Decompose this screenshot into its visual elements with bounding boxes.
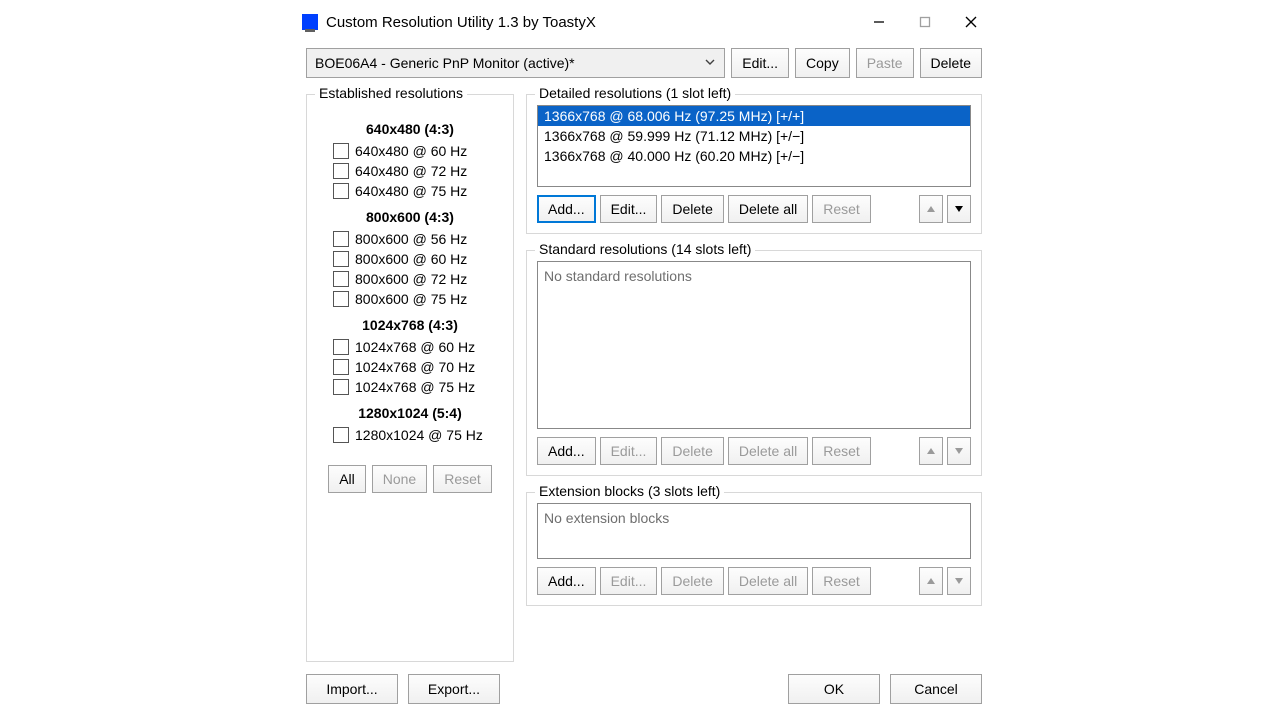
extension-label: Extension blocks (3 slots left) [535, 483, 724, 499]
established-item: 1024x768 @ 60 Hz [333, 339, 499, 355]
established-item-label: 1024x768 @ 70 Hz [355, 359, 475, 375]
established-item-label: 1280x1024 @ 75 Hz [355, 427, 483, 443]
detailed-row[interactable]: 1366x768 @ 68.006 Hz (97.25 MHz) [+/+] [538, 106, 970, 126]
extension-add-button[interactable]: Add... [537, 567, 596, 595]
checkbox[interactable] [333, 271, 349, 287]
established-item-label: 800x600 @ 56 Hz [355, 231, 467, 247]
established-group-header: 800x600 (4:3) [321, 209, 499, 225]
established-item: 800x600 @ 75 Hz [333, 291, 499, 307]
established-group-header: 1024x768 (4:3) [321, 317, 499, 333]
checkbox[interactable] [333, 143, 349, 159]
established-item-label: 800x600 @ 60 Hz [355, 251, 467, 267]
detailed-row[interactable]: 1366x768 @ 59.999 Hz (71.12 MHz) [+/−] [538, 126, 970, 146]
checkbox[interactable] [333, 359, 349, 375]
checkbox[interactable] [333, 427, 349, 443]
established-item: 800x600 @ 72 Hz [333, 271, 499, 287]
app-icon [302, 14, 318, 30]
chevron-down-icon [704, 55, 716, 71]
close-button[interactable] [948, 6, 994, 38]
window-title: Custom Resolution Utility 1.3 by ToastyX [326, 14, 596, 31]
monitor-row: BOE06A4 - Generic PnP Monitor (active)* … [306, 48, 982, 78]
established-item-label: 640x480 @ 72 Hz [355, 163, 467, 179]
checkbox[interactable] [333, 291, 349, 307]
detailed-move-down-button[interactable] [947, 195, 971, 223]
established-list: 640x480 (4:3) 640x480 @ 60 Hz 640x480 @ 72… [317, 105, 503, 451]
detailed-delete-button[interactable]: Delete [661, 195, 723, 223]
paste-button[interactable]: Paste [856, 48, 914, 78]
established-group-header: 1280x1024 (5:4) [321, 405, 499, 421]
standard-add-button[interactable]: Add... [537, 437, 596, 465]
detailed-delete-all-button[interactable]: Delete all [728, 195, 808, 223]
established-item-label: 800x600 @ 75 Hz [355, 291, 467, 307]
extension-delete-all-button[interactable]: Delete all [728, 567, 808, 595]
standard-group: Standard resolutions (14 slots left) No … [526, 250, 982, 476]
titlebar: Custom Resolution Utility 1.3 by ToastyX [294, 4, 994, 40]
standard-listbox[interactable]: No standard resolutions [537, 261, 971, 429]
established-reset-button[interactable]: Reset [433, 465, 492, 493]
established-item: 800x600 @ 60 Hz [333, 251, 499, 267]
extension-edit-button[interactable]: Edit... [600, 567, 658, 595]
extension-move-up-button[interactable] [919, 567, 943, 595]
extension-reset-button[interactable]: Reset [812, 567, 871, 595]
detailed-add-button[interactable]: Add... [537, 195, 596, 223]
established-item-label: 1024x768 @ 75 Hz [355, 379, 475, 395]
client-area: BOE06A4 - Generic PnP Monitor (active)* … [294, 40, 994, 716]
detailed-move-up-button[interactable] [919, 195, 943, 223]
established-item: 1280x1024 @ 75 Hz [333, 427, 499, 443]
checkbox[interactable] [333, 163, 349, 179]
detailed-reset-button[interactable]: Reset [812, 195, 871, 223]
detailed-group: Detailed resolutions (1 slot left) 1366x… [526, 94, 982, 234]
checkbox[interactable] [333, 339, 349, 355]
established-group: Established resolutions 640x480 (4:3)640… [306, 94, 514, 662]
established-item: 640x480 @ 75 Hz [333, 183, 499, 199]
extension-placeholder: No extension blocks [544, 510, 669, 526]
established-none-button[interactable]: None [372, 465, 427, 493]
standard-move-up-button[interactable] [919, 437, 943, 465]
detailed-listbox[interactable]: 1366x768 @ 68.006 Hz (97.25 MHz) [+/+]13… [537, 105, 971, 187]
detailed-label: Detailed resolutions (1 slot left) [535, 85, 735, 101]
delete-monitor-button[interactable]: Delete [920, 48, 982, 78]
established-item-label: 800x600 @ 72 Hz [355, 271, 467, 287]
established-item: 1024x768 @ 70 Hz [333, 359, 499, 375]
standard-edit-button[interactable]: Edit... [600, 437, 658, 465]
copy-button[interactable]: Copy [795, 48, 850, 78]
maximize-button[interactable] [902, 6, 948, 38]
standard-delete-button[interactable]: Delete [661, 437, 723, 465]
monitor-select[interactable]: BOE06A4 - Generic PnP Monitor (active)* [306, 48, 725, 78]
checkbox[interactable] [333, 251, 349, 267]
detailed-row[interactable]: 1366x768 @ 40.000 Hz (60.20 MHz) [+/−] [538, 146, 970, 166]
established-item: 640x480 @ 72 Hz [333, 163, 499, 179]
standard-label: Standard resolutions (14 slots left) [535, 241, 755, 257]
established-all-button[interactable]: All [328, 465, 366, 493]
extension-group: Extension blocks (3 slots left) No exten… [526, 492, 982, 606]
established-item-label: 640x480 @ 75 Hz [355, 183, 467, 199]
extension-delete-button[interactable]: Delete [661, 567, 723, 595]
extension-move-down-button[interactable] [947, 567, 971, 595]
established-group-header: 640x480 (4:3) [321, 121, 499, 137]
standard-delete-all-button[interactable]: Delete all [728, 437, 808, 465]
standard-placeholder: No standard resolutions [544, 268, 692, 284]
standard-move-down-button[interactable] [947, 437, 971, 465]
established-item: 800x600 @ 56 Hz [333, 231, 499, 247]
checkbox[interactable] [333, 379, 349, 395]
established-item-label: 640x480 @ 60 Hz [355, 143, 467, 159]
established-label: Established resolutions [315, 85, 467, 101]
checkbox[interactable] [333, 183, 349, 199]
edit-monitor-button[interactable]: Edit... [731, 48, 789, 78]
app-window: Custom Resolution Utility 1.3 by ToastyX… [294, 4, 994, 716]
monitor-select-text: BOE06A4 - Generic PnP Monitor (active)* [315, 55, 575, 71]
extension-listbox[interactable]: No extension blocks [537, 503, 971, 559]
established-item: 640x480 @ 60 Hz [333, 143, 499, 159]
established-item-label: 1024x768 @ 60 Hz [355, 339, 475, 355]
minimize-button[interactable] [856, 6, 902, 38]
detailed-edit-button[interactable]: Edit... [600, 195, 658, 223]
checkbox[interactable] [333, 231, 349, 247]
established-item: 1024x768 @ 75 Hz [333, 379, 499, 395]
standard-reset-button[interactable]: Reset [812, 437, 871, 465]
